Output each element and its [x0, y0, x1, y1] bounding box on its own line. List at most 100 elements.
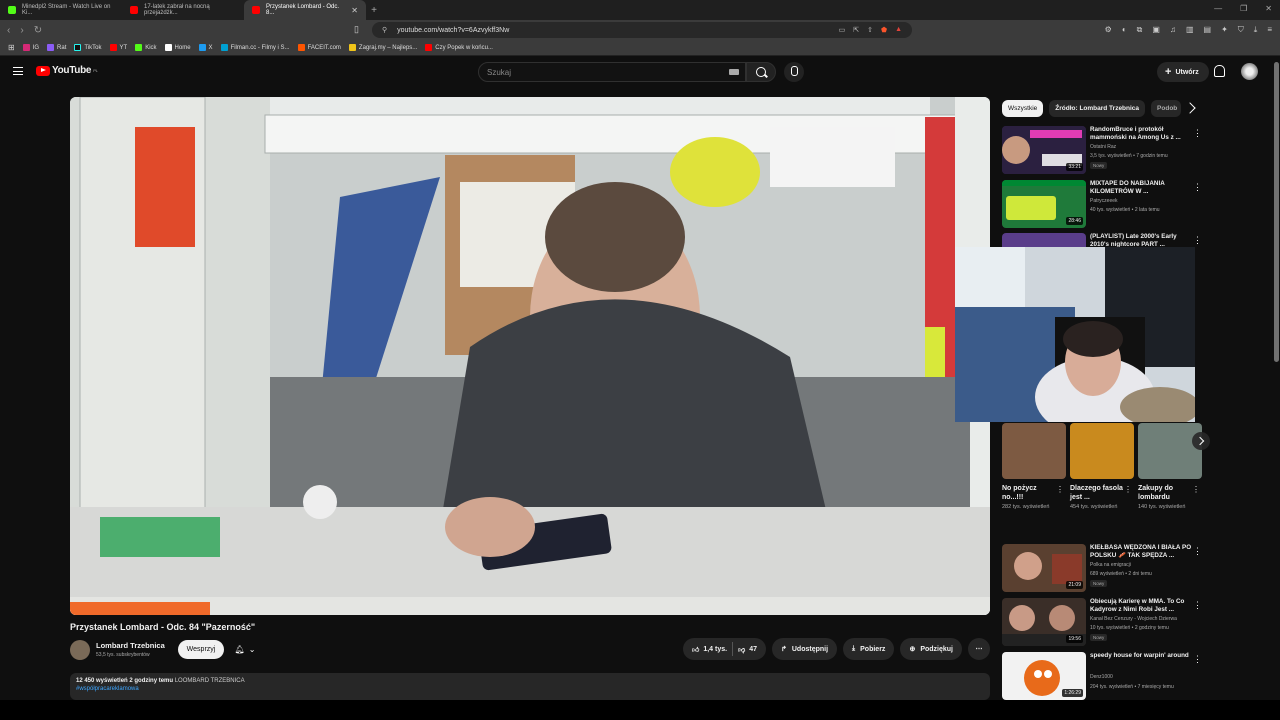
like-button[interactable]: 👍︎ 1,4 tys.: [692, 645, 727, 654]
subscription-bell-button[interactable]: 🔔︎ ⌄: [230, 640, 260, 659]
bookmark-ig[interactable]: IG: [22, 44, 39, 51]
short-thumbnail[interactable]: [1138, 423, 1202, 479]
browser-tab-kick[interactable]: Minedpl2 Stream - Watch Live on Ki...: [0, 0, 122, 20]
video-thumbnail[interactable]: 33:21: [1002, 126, 1086, 174]
bookmark-zagraj[interactable]: Zagraj.my – Najleps...: [348, 44, 417, 51]
dislike-button[interactable]: 👎︎ 47: [738, 645, 757, 654]
maximize-icon[interactable]: ❐: [1240, 4, 1247, 13]
menu-icon[interactable]: ≡: [1267, 25, 1272, 35]
chevron-right-icon[interactable]: [1184, 102, 1196, 114]
video-thumbnail[interactable]: 19:56: [1002, 598, 1086, 646]
more-vertical-icon[interactable]: ⋮: [1193, 235, 1202, 246]
sidebar-icon[interactable]: ▥: [1186, 25, 1194, 35]
recommendation-item[interactable]: 19:56 Obiecują Karierę w MMA. To Co Kady…: [1002, 598, 1208, 646]
bookmark-x[interactable]: X: [198, 44, 213, 51]
share-button[interactable]: ↱ Udostępnij: [771, 638, 838, 660]
create-button[interactable]: + Utwórz: [1157, 62, 1209, 82]
apps-grid-icon[interactable]: ⊞: [8, 43, 15, 52]
more-vertical-icon[interactable]: ⋮: [1193, 128, 1202, 139]
short-item[interactable]: No pożycz no...!!! 282 tys. wyświetleń ⋮: [1002, 423, 1066, 511]
bookmark-icon[interactable]: ▯: [354, 24, 359, 35]
wallet-icon[interactable]: ▤: [1204, 25, 1212, 35]
music-icon[interactable]: ♫: [1170, 25, 1176, 35]
thanks-button[interactable]: ⊕ Podziękuj: [900, 638, 962, 660]
voice-search-button[interactable]: [784, 62, 804, 82]
keyboard-icon[interactable]: [729, 69, 739, 75]
new-tab-button[interactable]: +: [366, 5, 382, 16]
search-input[interactable]: Szukaj: [478, 62, 746, 82]
short-thumbnail[interactable]: [1070, 423, 1134, 479]
shorts-next-button[interactable]: [1192, 432, 1210, 450]
bookmark-kick[interactable]: Kick: [135, 44, 157, 51]
extension-icon[interactable]: ⧉: [1137, 25, 1143, 35]
bookmark-tiktok[interactable]: TikTok: [74, 44, 102, 51]
recommendation-item[interactable]: 21:09 KIEŁBASA WĘDZONA I BIAŁA PO POLSKU…: [1002, 544, 1208, 592]
short-views: 454 tys. wyświetleń: [1070, 504, 1118, 510]
bookmark-rat[interactable]: Rat: [47, 44, 66, 51]
tab-close-icon[interactable]: ✕: [351, 6, 358, 15]
bookmark-faceit[interactable]: FACEIT.com: [297, 44, 341, 51]
browser-tab-youtube-1[interactable]: 17-latek zabrał na nocną przejażdżk...: [122, 0, 244, 20]
account-avatar[interactable]: [1241, 63, 1258, 80]
address-bar[interactable]: ⚲ youtube.com/watch?v=6Azvykff3Nw ▭ ⇱ ⇧ …: [372, 22, 912, 38]
more-horizontal-icon: ⋯: [975, 646, 983, 653]
support-button[interactable]: Wesprzyj: [178, 640, 224, 659]
site-info-icon[interactable]: ⚲: [382, 26, 387, 34]
hamburger-menu-icon[interactable]: [13, 67, 23, 75]
chip-all[interactable]: Wszystkie: [1002, 100, 1044, 117]
scrollbar-thumb[interactable]: [1274, 62, 1279, 362]
share-icon[interactable]: ⇧: [867, 26, 873, 34]
more-vertical-icon[interactable]: ⋮: [1056, 485, 1064, 494]
more-vertical-icon[interactable]: ⋮: [1124, 485, 1132, 494]
bookmark-filman[interactable]: Filman.cc - Filmy i S...: [220, 44, 290, 51]
download-button[interactable]: ⤓ Pobierz: [843, 638, 895, 660]
forward-icon[interactable]: ›: [20, 25, 23, 36]
chip-similar[interactable]: Podob: [1151, 100, 1182, 117]
extension-icon[interactable]: ◐: [1122, 25, 1127, 35]
recommendation-item[interactable]: 33:21 RandomBruce i protokół mammoński n…: [1002, 126, 1208, 174]
rewards-icon[interactable]: ▲: [895, 26, 902, 34]
brave-shield-icon[interactable]: ⬟: [881, 26, 887, 34]
video-thumbnail[interactable]: [1002, 233, 1086, 247]
extension-icon[interactable]: ▣: [1152, 25, 1160, 35]
channel-name[interactable]: Lombard Trzebnica: [96, 641, 165, 650]
short-item[interactable]: Dlaczego fasola jest ... 454 tys. wyświe…: [1070, 423, 1134, 511]
screenshot-icon[interactable]: ⇱: [853, 26, 859, 34]
more-vertical-icon[interactable]: ⋮: [1192, 485, 1200, 494]
install-icon[interactable]: ▭: [839, 26, 846, 34]
recommendation-item[interactable]: 28:46 MIXTAPE DO NABIJANIA KILOMETRÓW W …: [1002, 180, 1208, 228]
minimize-icon[interactable]: —: [1214, 4, 1222, 13]
video-player[interactable]: [70, 97, 990, 615]
video-thumbnail[interactable]: 1:26:29: [1002, 652, 1086, 700]
recommendation-item[interactable]: 1:26:29 speedy house for warpin' around …: [1002, 652, 1208, 700]
ai-icon[interactable]: ✦: [1221, 25, 1228, 35]
more-vertical-icon[interactable]: ⋮: [1193, 182, 1202, 193]
browser-tab-active[interactable]: Przystanek Lombard - Odc. 8... ✕: [244, 0, 366, 20]
notifications-bell-icon[interactable]: [1214, 65, 1225, 77]
bookmark-home[interactable]: Home: [164, 44, 191, 51]
reload-icon[interactable]: ↻: [34, 25, 42, 36]
bookmark-yt[interactable]: YT: [109, 44, 127, 51]
video-thumbnail[interactable]: 28:46: [1002, 180, 1086, 228]
extension-icon[interactable]: ⚙: [1105, 25, 1112, 35]
channel-avatar[interactable]: [70, 640, 90, 660]
short-thumbnail[interactable]: [1002, 423, 1066, 479]
recommendation-item[interactable]: (PLAYLIST) Late 2000's Early 2010's nigh…: [1002, 233, 1208, 247]
chip-source[interactable]: Źródło: Lombard Trzebnica: [1049, 100, 1146, 117]
more-vertical-icon[interactable]: ⋮: [1193, 600, 1202, 611]
more-vertical-icon[interactable]: ⋮: [1193, 546, 1202, 557]
youtube-logo[interactable]: YouTube PL: [36, 65, 98, 76]
vpn-icon[interactable]: ⛉: [1238, 25, 1244, 35]
youtube-favicon-icon: [252, 6, 260, 14]
description-hashtag[interactable]: #współpracareklamowa: [76, 686, 984, 692]
back-icon[interactable]: ‹: [7, 25, 10, 36]
bookmark-popek[interactable]: Czy Popek w końcu...: [425, 44, 493, 51]
instagram-icon: [22, 44, 30, 51]
downloads-icon[interactable]: ⤓: [1254, 25, 1258, 35]
more-actions-button[interactable]: ⋯: [968, 638, 990, 660]
search-button[interactable]: [746, 62, 776, 82]
video-description[interactable]: 12 450 wyświetleń 2 godziny temu LOOMBAR…: [70, 673, 990, 700]
window-close-icon[interactable]: ✕: [1265, 4, 1272, 13]
more-vertical-icon[interactable]: ⋮: [1193, 654, 1202, 665]
video-thumbnail[interactable]: 21:09: [1002, 544, 1086, 592]
